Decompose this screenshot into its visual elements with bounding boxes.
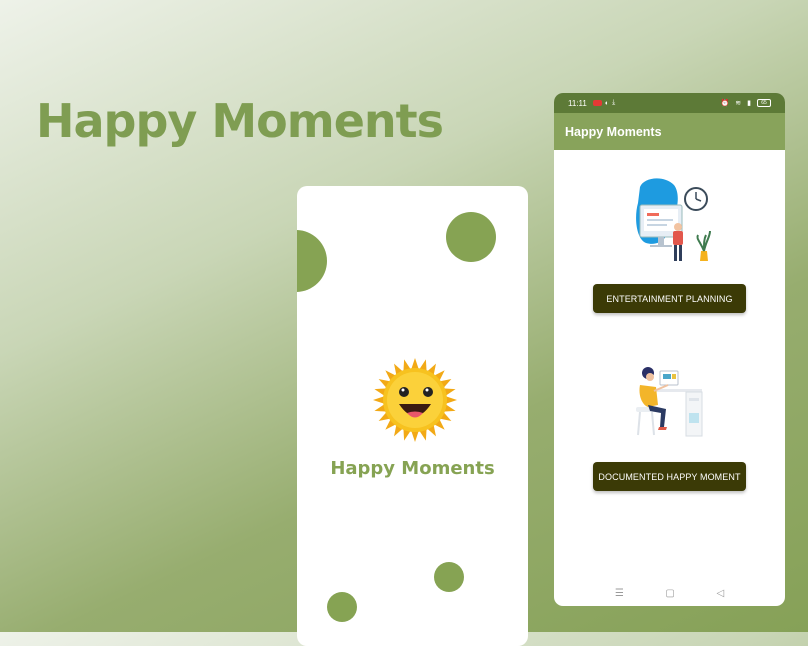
menu-icon[interactable]: ☰ (615, 588, 624, 599)
documented-moment-illustration (636, 367, 703, 437)
signal-icon: ▮ (747, 100, 751, 107)
home-icon[interactable]: ▢ (665, 588, 674, 599)
splash-screen: Happy Moments (297, 186, 528, 646)
wifi-icon: ≋ (735, 100, 742, 107)
youtube-notification-icon (592, 100, 602, 106)
decor-circle-bottom-right (434, 562, 464, 592)
system-nav-bar: ☰ ▢ ◁ (554, 586, 785, 600)
app-screen: 11:11 ◐ ⤓ ⏰ ≋ ▮ 65 Happy Moments ENTERTA… (554, 93, 785, 606)
download-icon: ⤓ (612, 99, 616, 106)
toolbar-title: Happy Moments (565, 124, 662, 139)
documented-happy-moment-button[interactable]: DOCUMENTED HAPPY MOMENT (593, 462, 746, 491)
alarm-icon: ⏰ (720, 100, 730, 107)
entertainment-planning-button[interactable]: ENTERTAINMENT PLANNING (593, 284, 746, 313)
status-bar: 11:11 ◐ ⤓ ⏰ ≋ ▮ 65 (554, 93, 785, 113)
decor-circle-bottom-left (327, 592, 357, 622)
battery-icon: 65 (757, 99, 771, 107)
decor-circle-left (297, 230, 327, 292)
back-icon[interactable]: ◁ (716, 588, 724, 599)
status-time: 11:11 (568, 98, 587, 108)
app-toolbar: Happy Moments (554, 113, 785, 150)
hero-title: Happy Moments (36, 94, 444, 148)
splash-app-name: Happy Moments (330, 458, 495, 479)
sun-logo-icon (373, 358, 457, 442)
planning-illustration (636, 178, 711, 261)
decor-circle-top-right (446, 212, 496, 262)
app-notification-icon: ◐ (604, 99, 610, 107)
